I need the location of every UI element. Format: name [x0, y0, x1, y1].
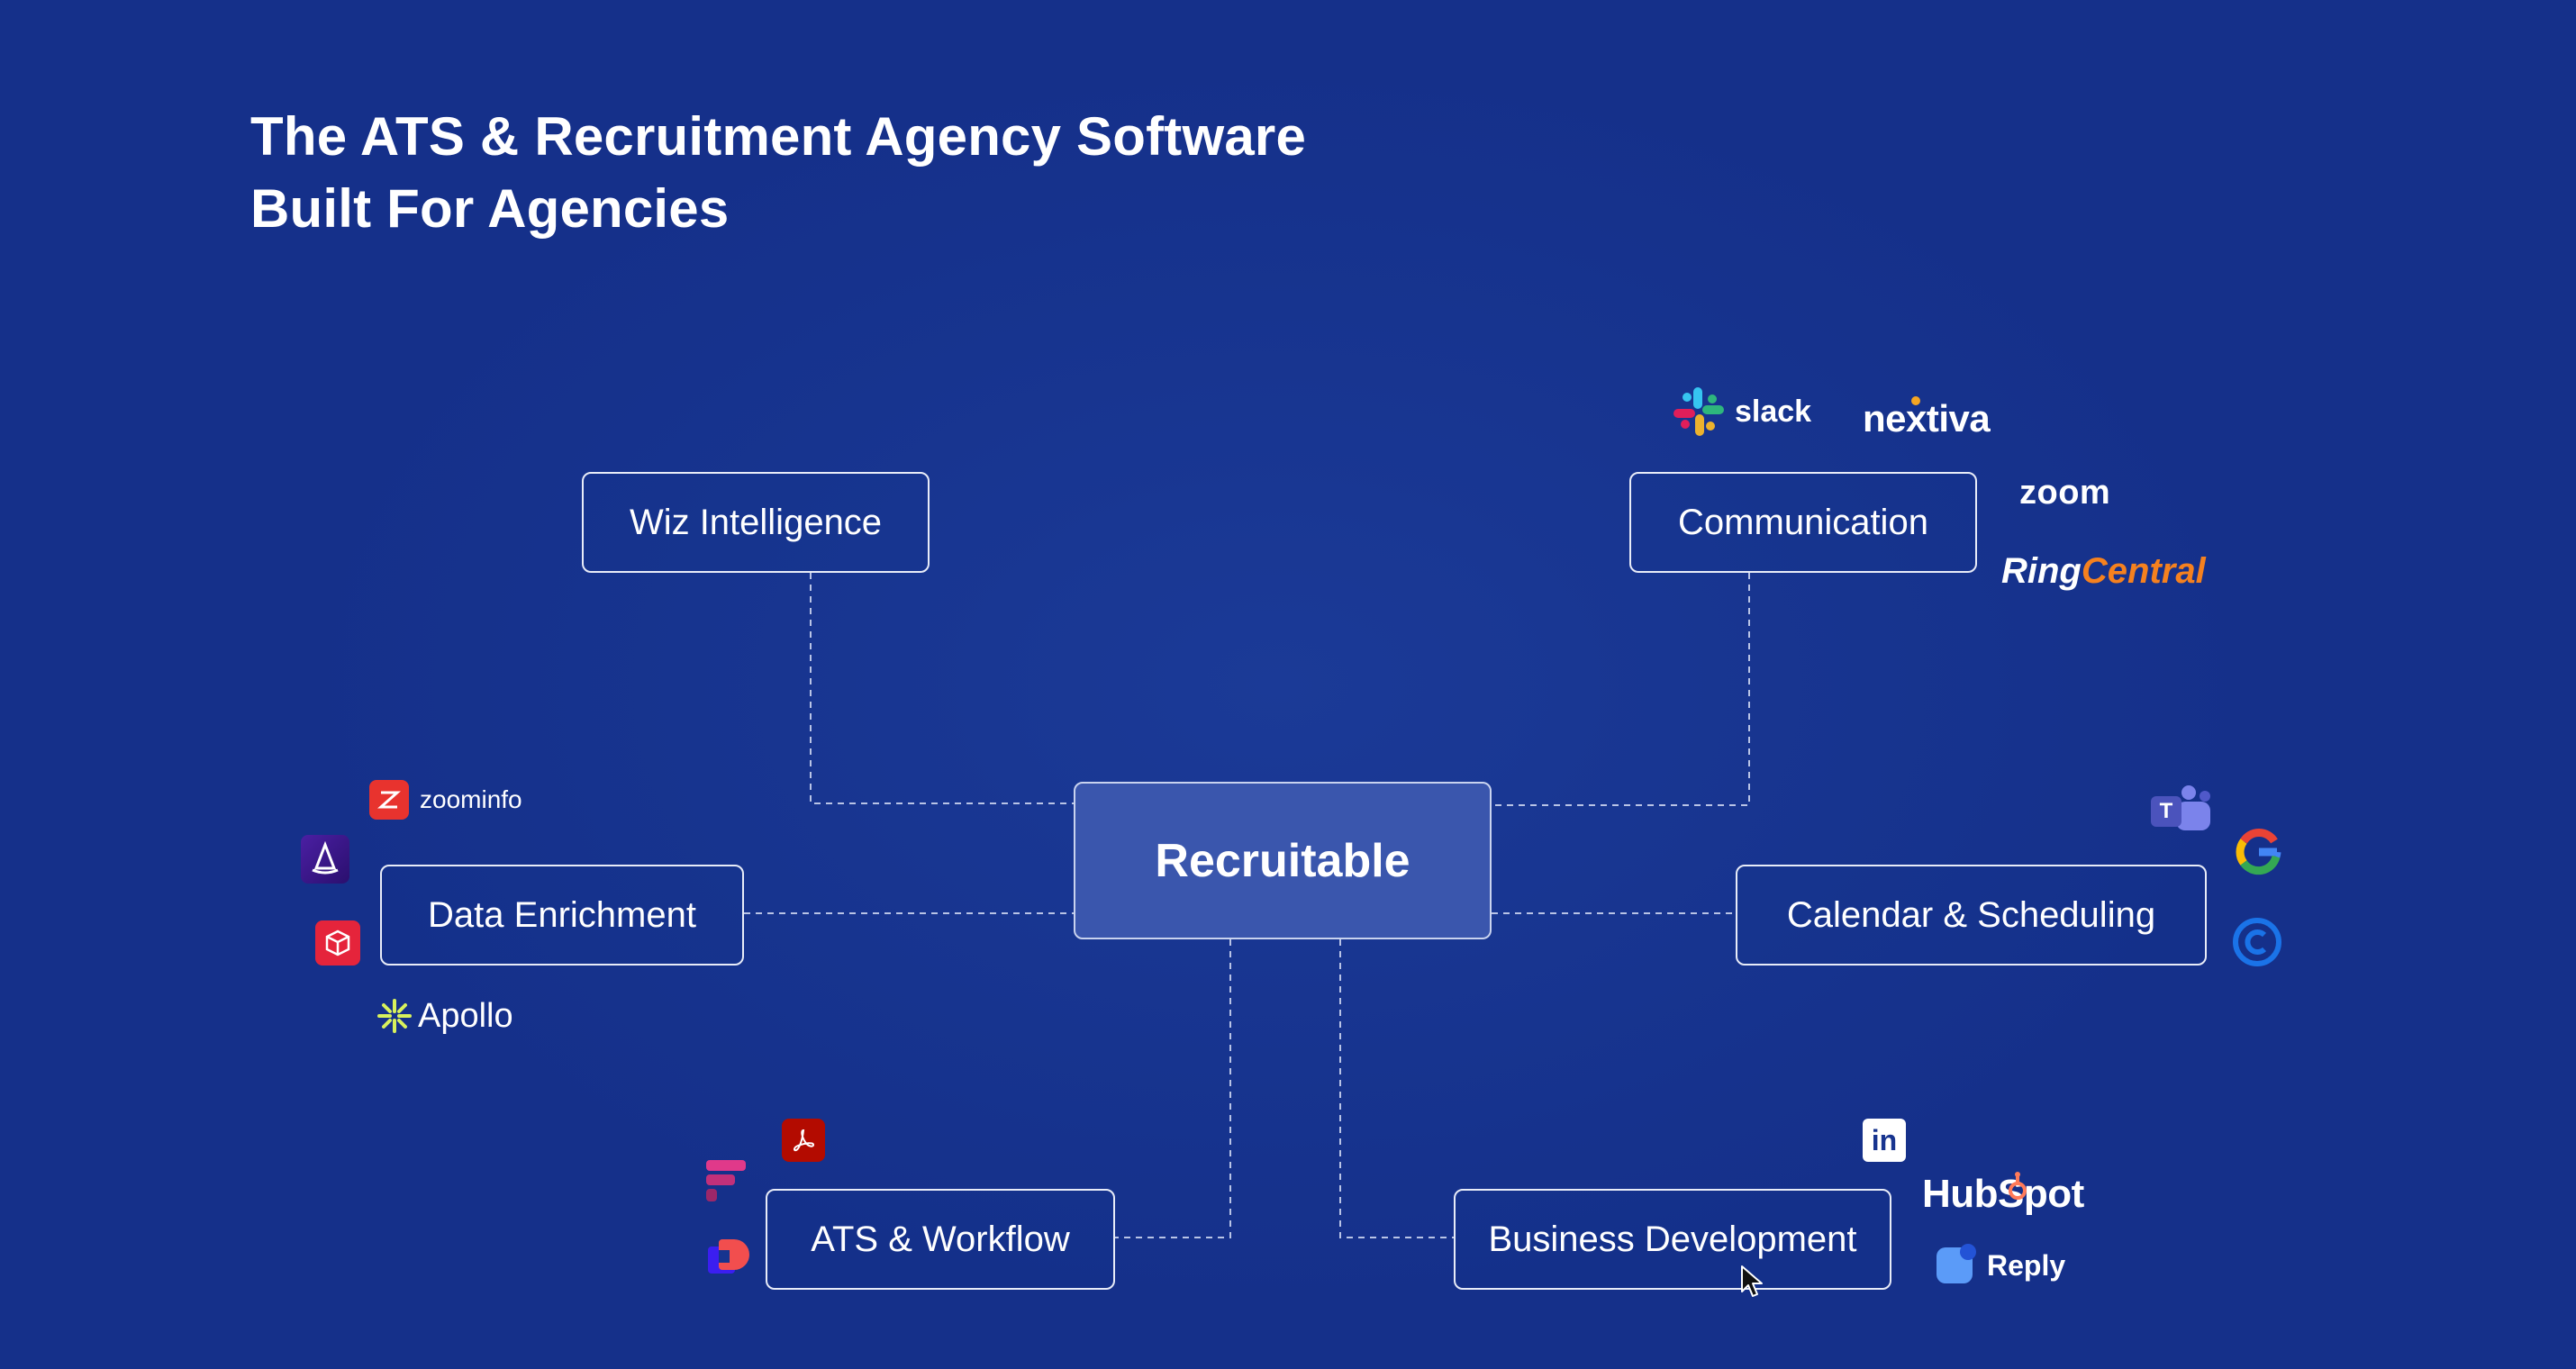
- data-enrichment-node[interactable]: Data Enrichment: [380, 865, 744, 966]
- nextiva-wordmark: nextiva: [1863, 397, 1991, 440]
- hubspot-sprocket-icon: [2001, 1171, 2034, 1203]
- recruitable-center-node[interactable]: Recruitable: [1074, 782, 1492, 939]
- ats-workflow-label: ATS & Workflow: [811, 1219, 1070, 1259]
- zoominfo-icon: [369, 780, 409, 820]
- nextiva-dot-icon: [1911, 396, 1920, 405]
- connector-lines: [744, 573, 1750, 1238]
- red-cube-icon: [315, 920, 360, 966]
- slack-icon: [1673, 387, 1724, 436]
- reply-icon: [1937, 1244, 1976, 1283]
- docupilot-icon: [708, 1238, 753, 1279]
- center-label: Recruitable: [1155, 834, 1410, 887]
- google-icon: [2232, 825, 2286, 879]
- microsoft-teams-icon: T: [2149, 780, 2212, 834]
- wiz-intelligence-node[interactable]: Wiz Intelligence: [582, 472, 930, 573]
- slack-wordmark: slack: [1735, 394, 1812, 429]
- zoominfo-wordmark: zoominfo: [420, 785, 522, 813]
- connector-ats: [1115, 939, 1231, 1238]
- connector-bizdev: [1339, 939, 1454, 1238]
- nextiva-logo: nextiva: [1863, 396, 1991, 441]
- calendly-icon: [2230, 915, 2284, 969]
- wiz-intelligence-label: Wiz Intelligence: [629, 502, 883, 542]
- wizard-hat-icon: [301, 835, 349, 884]
- mouse-cursor-icon: [1741, 1265, 1763, 1297]
- reply-logo: Reply: [1937, 1243, 2065, 1288]
- connector-wiz: [810, 573, 1074, 804]
- calendar-scheduling-node[interactable]: Calendar & Scheduling: [1736, 865, 2207, 966]
- zoominfo-logo: zoominfo: [369, 780, 522, 820]
- business-development-label: Business Development: [1488, 1219, 1857, 1259]
- apollo-wordmark: Apollo: [418, 996, 513, 1035]
- ringcentral-central: Central: [2081, 550, 2206, 591]
- ringcentral-ring: Ring: [2001, 550, 2082, 591]
- business-development-node[interactable]: Business Development: [1454, 1189, 1891, 1290]
- ringcentral-logo: Ring Central: [2001, 546, 2206, 596]
- slack-logo: slack: [1672, 385, 1811, 438]
- calendar-scheduling-label: Calendar & Scheduling: [1786, 894, 2156, 935]
- ats-workflow-node[interactable]: ATS & Workflow: [766, 1189, 1115, 1290]
- data-enrichment-label: Data Enrichment: [428, 894, 696, 935]
- adobe-acrobat-icon: [782, 1119, 825, 1162]
- zoom-logo: zoom: [2019, 470, 2110, 515]
- apollo-icon: [377, 999, 412, 1033]
- apollo-logo: Apollo: [376, 994, 513, 1038]
- reply-wordmark: Reply: [1987, 1248, 2066, 1282]
- pink-flag-icon: [703, 1158, 748, 1203]
- communication-label: Communication: [1678, 502, 1928, 542]
- connector-communication: [1492, 573, 1750, 806]
- zoom-wordmark: zoom: [2019, 473, 2111, 512]
- linkedin-icon: in: [1863, 1119, 1906, 1162]
- communication-node[interactable]: Communication: [1629, 472, 1977, 573]
